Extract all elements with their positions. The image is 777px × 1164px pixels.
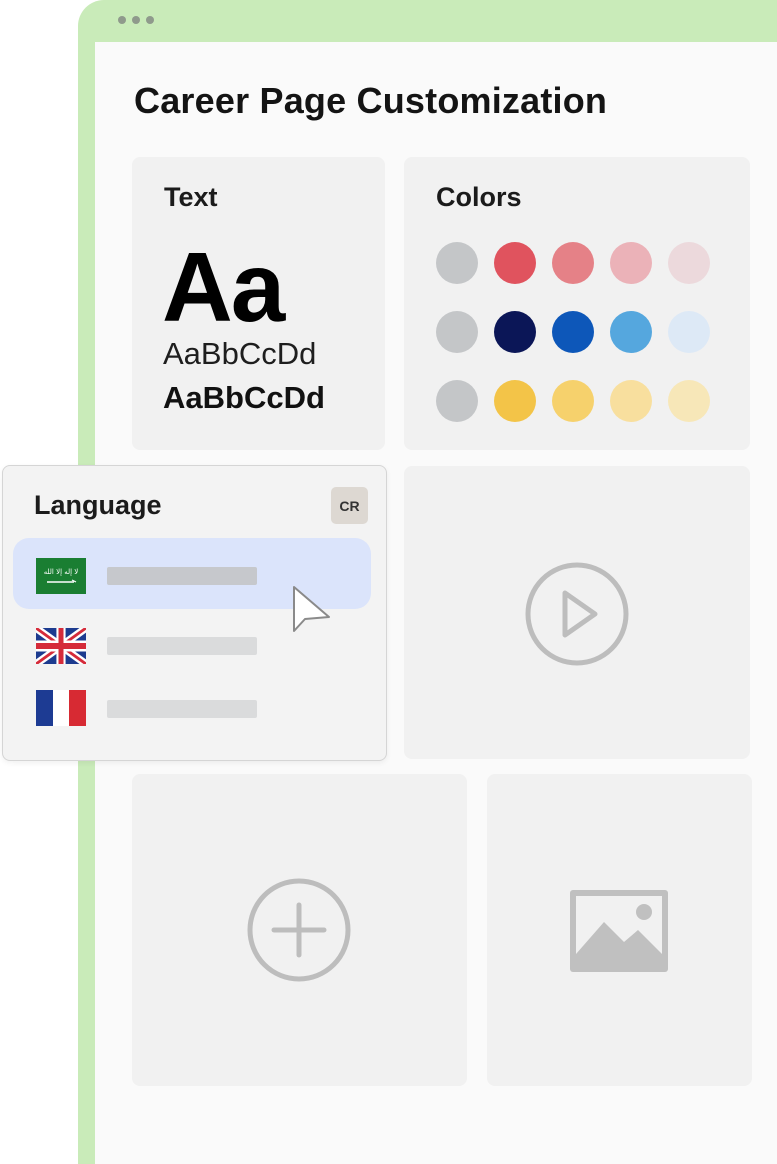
color-swatch[interactable]: [610, 380, 652, 422]
mouse-pointer-icon: [293, 586, 330, 632]
color-swatch[interactable]: [494, 242, 536, 284]
language-name-placeholder: [107, 567, 257, 585]
language-name-placeholder: [107, 700, 257, 718]
plus-circle-icon[interactable]: [245, 876, 353, 984]
color-swatch[interactable]: [494, 311, 536, 353]
color-swatch[interactable]: [436, 380, 478, 422]
color-swatch[interactable]: [552, 311, 594, 353]
color-swatch[interactable]: [436, 311, 478, 353]
color-swatch[interactable]: [552, 242, 594, 284]
font-sample-bold: AaBbCcDd: [163, 380, 325, 415]
color-swatch[interactable]: [436, 242, 478, 284]
saudi-arabia-flag-icon: لا إله إلا الله: [36, 558, 86, 594]
language-name-placeholder: [107, 637, 257, 655]
font-sample-regular: AaBbCcDd: [163, 336, 317, 371]
play-circle-icon[interactable]: [523, 560, 631, 668]
font-sample-large: Aa: [162, 232, 285, 342]
color-swatch[interactable]: [610, 242, 652, 284]
window-dot: [132, 16, 140, 24]
window-controls: [118, 16, 154, 24]
color-swatch[interactable]: [668, 380, 710, 422]
color-swatch[interactable]: [668, 311, 710, 353]
text-card-title: Text: [164, 182, 218, 212]
language-panel-title: Language: [34, 490, 162, 520]
window-dot: [118, 16, 126, 24]
color-swatch[interactable]: [494, 380, 536, 422]
language-code-badge[interactable]: CR: [331, 487, 368, 524]
uk-flag-icon[interactable]: [36, 628, 86, 664]
color-swatch[interactable]: [552, 380, 594, 422]
window-dot: [146, 16, 154, 24]
page-title: Career Page Customization: [134, 80, 608, 121]
color-swatch[interactable]: [610, 311, 652, 353]
image-icon[interactable]: [568, 888, 670, 974]
colors-card-title: Colors: [436, 182, 522, 212]
flag-inscription: لا إله إلا الله: [44, 568, 79, 576]
color-swatch[interactable]: [668, 242, 710, 284]
france-flag-icon[interactable]: [36, 690, 86, 726]
